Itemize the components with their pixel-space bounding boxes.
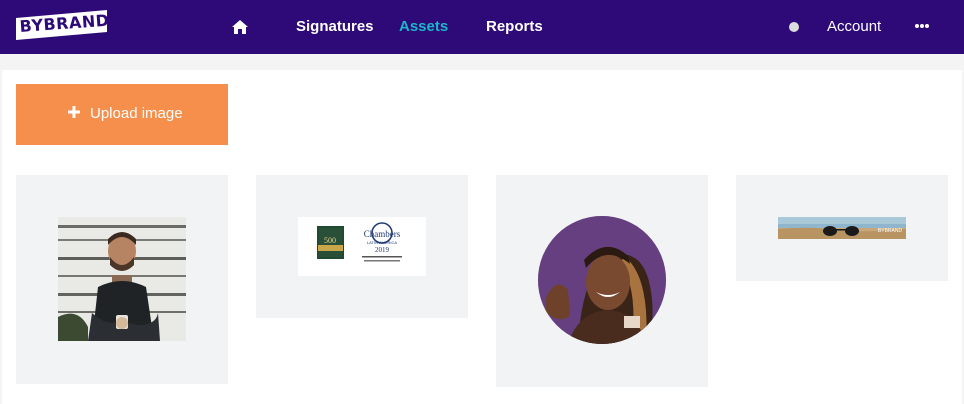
badge-500-text: 500 xyxy=(324,236,336,245)
account-menu[interactable]: Account xyxy=(827,18,881,36)
asset-image-man xyxy=(58,217,186,341)
asset-card-4[interactable]: BYBRAND xyxy=(736,175,948,281)
top-navigation-bar xyxy=(0,0,964,54)
asset-card-2[interactable]: 500 Chambers LATIN AMERICA 2019 xyxy=(256,175,468,318)
asset-image-sunglasses: BYBRAND xyxy=(778,217,906,239)
asset-image-badges: 500 Chambers LATIN AMERICA 2019 xyxy=(298,217,426,276)
nav-signatures[interactable]: Signatures xyxy=(296,18,374,36)
status-dot xyxy=(789,22,799,32)
upload-image-label: Upload image xyxy=(90,105,183,122)
asset-card-3[interactable] xyxy=(496,175,708,387)
nav-assets[interactable]: Assets xyxy=(399,18,448,36)
badge-chambers-text: Chambers xyxy=(364,229,401,239)
nav-reports[interactable]: Reports xyxy=(486,18,543,36)
home-icon[interactable] xyxy=(231,18,249,36)
plus-icon xyxy=(68,106,80,118)
more-horizontal-icon[interactable] xyxy=(914,22,930,30)
upload-image-button[interactable]: Upload image xyxy=(16,84,228,145)
banner-brand-text: BYBRAND xyxy=(878,228,903,234)
asset-card-1[interactable] xyxy=(16,175,228,384)
asset-image-woman xyxy=(538,216,666,344)
badge-2019-text: 2019 xyxy=(375,246,390,254)
badge-latin-america-text: LATIN AMERICA xyxy=(367,240,397,245)
